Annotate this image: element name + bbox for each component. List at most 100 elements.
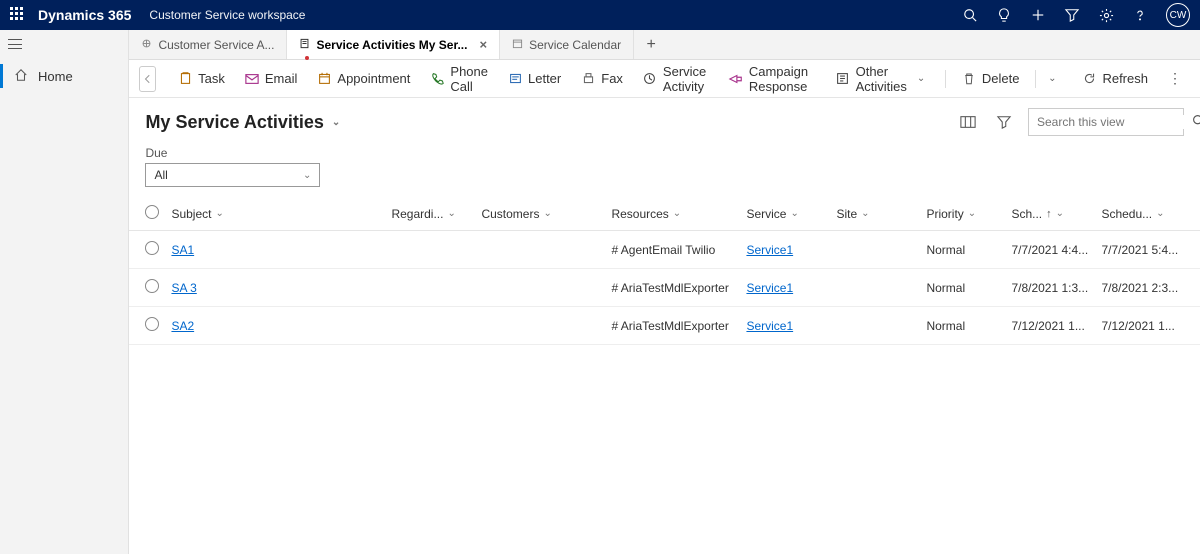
cmd-label: Other Activities: [856, 64, 907, 94]
help-icon[interactable]: [1132, 7, 1148, 23]
task-icon: [178, 72, 192, 86]
sidebar-item-home[interactable]: Home: [0, 58, 128, 94]
subject-link[interactable]: SA 3: [171, 281, 196, 295]
back-button[interactable]: [139, 66, 156, 92]
avatar[interactable]: CW: [1166, 3, 1190, 27]
tab-pin-icon: [141, 38, 152, 52]
tab-add-button[interactable]: +: [634, 30, 668, 59]
chevron-down-icon: ⌄: [790, 208, 798, 219]
cmd-phone-call[interactable]: Phone Call: [422, 60, 496, 98]
cmd-label: Letter: [528, 71, 561, 86]
calendar-icon: [512, 38, 523, 52]
service-link[interactable]: Service1: [746, 243, 793, 257]
cell-site: [830, 231, 920, 269]
edit-columns-icon[interactable]: [956, 110, 980, 134]
gear-icon[interactable]: [1098, 7, 1114, 23]
cmd-task[interactable]: Task: [170, 67, 233, 90]
column-header-site[interactable]: Site⌄: [830, 197, 920, 231]
cmd-service-activity[interactable]: Service Activity: [635, 60, 717, 98]
close-icon[interactable]: ×: [479, 37, 487, 52]
chevron-down-icon: ⌄: [1156, 208, 1164, 219]
chevron-down-icon: ⌄: [303, 170, 311, 181]
subject-link[interactable]: SA1: [171, 243, 194, 257]
chevron-down-icon: ⌄: [913, 73, 929, 84]
tab-customer-service[interactable]: Customer Service A...: [129, 30, 287, 59]
cmd-refresh[interactable]: Refresh: [1074, 67, 1156, 90]
cmd-appointment[interactable]: Appointment: [309, 67, 418, 90]
cmd-other-activities[interactable]: Other Activities ⌄: [828, 60, 938, 98]
search-icon[interactable]: [962, 7, 978, 23]
column-header-priority[interactable]: Priority⌄: [920, 197, 1005, 231]
other-activities-icon: [836, 72, 850, 86]
subject-link[interactable]: SA2: [171, 319, 194, 333]
add-icon[interactable]: [1030, 7, 1046, 23]
row-selector[interactable]: [129, 269, 165, 307]
tab-service-calendar[interactable]: Service Calendar: [500, 30, 634, 59]
cmd-fax[interactable]: Fax: [573, 67, 631, 90]
search-input[interactable]: [1037, 115, 1192, 129]
activity-icon: [299, 38, 310, 52]
chevron-down-icon: ⌄: [447, 208, 455, 219]
fax-icon: [581, 72, 595, 86]
column-header-regarding[interactable]: Regardi...⌄: [385, 197, 475, 231]
cmd-label: Service Activity: [663, 64, 709, 94]
delete-split-chevron[interactable]: ⌄: [1044, 73, 1060, 84]
cmd-email[interactable]: Email: [237, 67, 306, 90]
column-header-subject[interactable]: Subject⌄: [165, 197, 385, 231]
filter-due-select[interactable]: All ⌄: [145, 163, 320, 187]
table-row[interactable]: SA 3 # AriaTestMdlExporter Service1 Norm…: [129, 269, 1200, 307]
cmd-label: Appointment: [337, 71, 410, 86]
cell-scheduled-start: 7/8/2021 1:3...: [1005, 269, 1095, 307]
phone-icon: [430, 72, 444, 86]
column-header-service[interactable]: Service⌄: [740, 197, 830, 231]
tab-service-activities[interactable]: Service Activities My Ser... ×: [287, 30, 500, 59]
column-header-scheduled-start[interactable]: Sch...↑⌄: [1005, 197, 1095, 231]
chevron-down-icon: ⌄: [861, 208, 869, 219]
chevron-down-icon: ⌄: [543, 208, 551, 219]
filter-toggle-icon[interactable]: [992, 110, 1016, 134]
main-area: Customer Service A... Service Activities…: [129, 30, 1200, 554]
side-panel: Home: [0, 30, 129, 554]
letter-icon: [508, 72, 522, 86]
filter-value: All: [154, 168, 167, 182]
grid-header-row: Subject⌄ Regardi...⌄ Customers⌄ Resource…: [129, 197, 1200, 231]
table-row[interactable]: SA1 # AgentEmail Twilio Service1 Normal …: [129, 231, 1200, 269]
service-link[interactable]: Service1: [746, 281, 793, 295]
app-launcher-icon[interactable]: [10, 7, 26, 23]
cmd-campaign-response[interactable]: Campaign Response: [721, 60, 824, 98]
sidebar-toggle[interactable]: [0, 30, 30, 58]
service-link[interactable]: Service1: [746, 319, 793, 333]
search-this-view[interactable]: [1028, 108, 1184, 136]
service-activity-icon: [643, 72, 657, 86]
chevron-down-icon: ⌄: [332, 117, 340, 128]
separator: [1035, 70, 1036, 88]
cell-scheduled-end: 7/7/2021 5:4...: [1095, 231, 1200, 269]
select-all-header[interactable]: [129, 197, 165, 231]
avatar-initials: CW: [1170, 10, 1187, 21]
overflow-menu[interactable]: ⋮: [1160, 70, 1190, 87]
row-selector[interactable]: [129, 231, 165, 269]
chevron-down-icon: ⌄: [968, 208, 976, 219]
cell-customers: [475, 231, 605, 269]
separator: [945, 70, 946, 88]
tab-label: Service Activities My Ser...: [316, 38, 467, 52]
tab-label: Service Calendar: [529, 38, 621, 52]
cmd-delete[interactable]: Delete: [954, 67, 1028, 90]
cmd-label: Campaign Response: [749, 64, 816, 94]
cmd-label: Task: [198, 71, 225, 86]
cell-customers: [475, 269, 605, 307]
cmd-letter[interactable]: Letter: [500, 67, 569, 90]
column-header-customers[interactable]: Customers⌄: [475, 197, 605, 231]
column-header-scheduled-end[interactable]: Schedu...⌄: [1095, 197, 1200, 231]
column-header-resources[interactable]: Resources⌄: [605, 197, 740, 231]
search-icon: [1192, 114, 1200, 130]
sort-asc-icon: ↑: [1046, 208, 1052, 220]
row-selector[interactable]: [129, 307, 165, 345]
view-title-dropdown[interactable]: My Service Activities ⌄: [145, 112, 340, 133]
filter-icon[interactable]: [1064, 7, 1080, 23]
refresh-icon: [1082, 72, 1096, 86]
lightbulb-icon[interactable]: [996, 7, 1012, 23]
table-row[interactable]: SA2 # AriaTestMdlExporter Service1 Norma…: [129, 307, 1200, 345]
cell-customers: [475, 307, 605, 345]
view-title: My Service Activities: [145, 112, 323, 133]
